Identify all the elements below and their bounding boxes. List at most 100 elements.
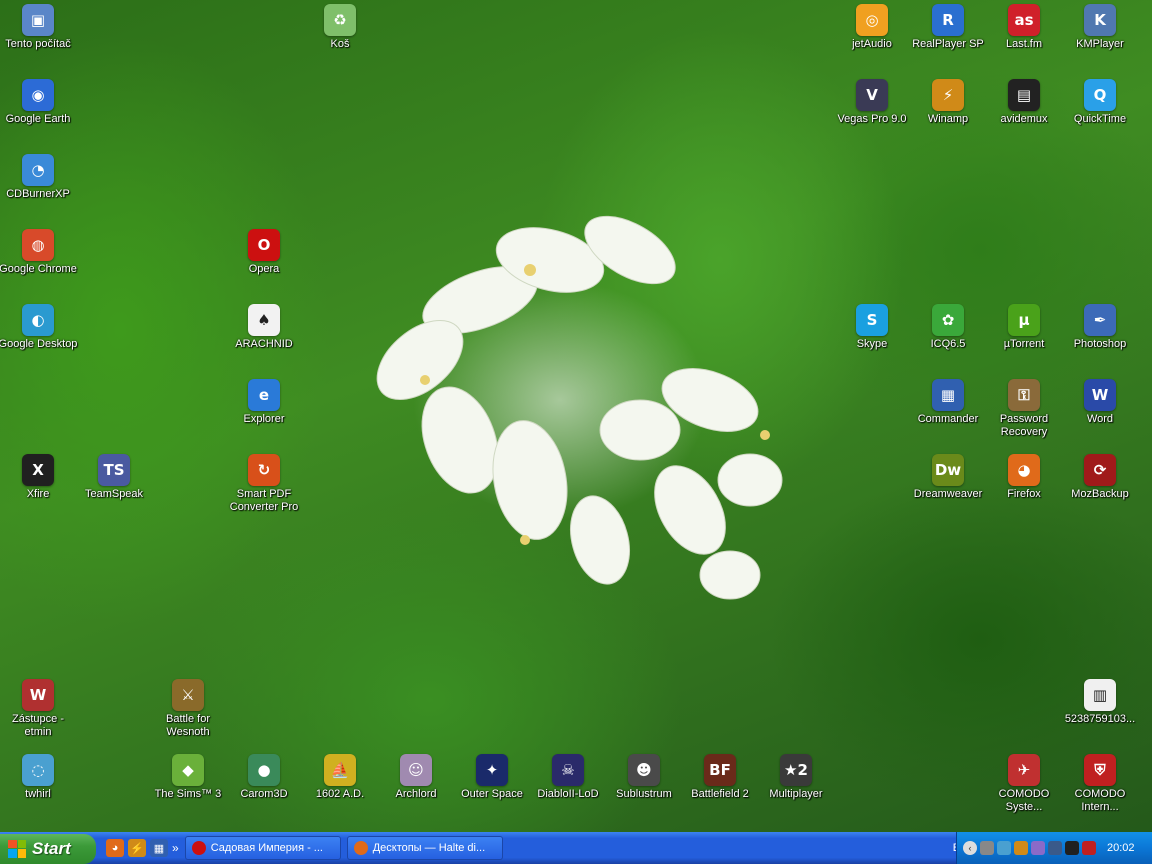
desktop-icon-photoshop[interactable]: ✒ Photoshop <box>1060 304 1140 351</box>
desktop-icon-label: COMODO Intern... <box>1074 788 1126 813</box>
desktop-icon-firefox[interactable]: ◕ Firefox <box>984 454 1064 501</box>
taskbar-button-firefox[interactable]: Десктопы — Halte di... <box>346 836 503 860</box>
desktop-icon-opera[interactable]: O Opera <box>224 229 304 276</box>
tray-app-icon[interactable] <box>1048 841 1062 855</box>
winamp-tray-icon[interactable] <box>1014 841 1028 855</box>
desktop-icon-label: Koš <box>330 38 350 50</box>
desktop-icon-label: Dreamweaver <box>913 488 983 500</box>
desktop-icon-archlord[interactable]: ☺ Archlord <box>376 754 456 801</box>
desktop-icon-label: Word <box>1086 413 1114 425</box>
the-sims-3-icon: ◆ <box>172 754 204 786</box>
desktop-icon-icq6-5[interactable]: ✿ ICQ6.5 <box>908 304 988 351</box>
photoshop-icon: ✒ <box>1084 304 1116 336</box>
desktop-icon-ko[interactable]: ♻ Koš <box>300 4 380 51</box>
quick-launch: ◕ ⚡ ▦ » <box>106 839 179 857</box>
desktop-icon-commander[interactable]: ▦ Commander <box>908 379 988 426</box>
battle-for-wesnoth-icon: ⚔ <box>172 679 204 711</box>
outer-space-icon: ✦ <box>476 754 508 786</box>
desktop-icon-label: Sublustrum <box>616 788 672 800</box>
xfire-tray-icon[interactable] <box>1065 841 1079 855</box>
5238759103-icon: ▥ <box>1084 679 1116 711</box>
desktop-icon-explorer[interactable]: e Explorer <box>224 379 304 426</box>
z-stupce-etmin-icon: W <box>22 679 54 711</box>
desktop-icon-vegas-pro-9-0[interactable]: V Vegas Pro 9.0 <box>832 79 912 126</box>
desktop-icon-label: The Sims™ 3 <box>154 788 222 800</box>
desktop-icon-avidemux[interactable]: ▤ avidemux <box>984 79 1064 126</box>
winamp-icon[interactable]: ⚡ <box>128 839 146 857</box>
twhirl-icon: ◌ <box>22 754 54 786</box>
desktop-icon-jetaudio[interactable]: ◎ jetAudio <box>832 4 912 51</box>
desktop-icon-label: Multiplayer <box>769 788 823 800</box>
desktop-icon-the-sims-3[interactable]: ◆ The Sims™ 3 <box>148 754 228 801</box>
desktop-icon-word[interactable]: W Word <box>1060 379 1140 426</box>
start-button[interactable]: Start <box>0 833 96 864</box>
desktop-icon-battle-for-wesnoth[interactable]: ⚔ Battle for Wesnoth <box>148 679 228 739</box>
desktop-icon-label: µTorrent <box>1003 338 1045 350</box>
desktop-icon-google-chrome[interactable]: ◍ Google Chrome <box>0 229 78 276</box>
desktop-icon-comodo-intern[interactable]: ⛨ COMODO Intern... <box>1060 754 1140 814</box>
tray-app-icon[interactable] <box>1031 841 1045 855</box>
desktop-icon-torrent[interactable]: µ µTorrent <box>984 304 1064 351</box>
desktop-icon-z-stupce-etmin[interactable]: W Zástupce - etmin <box>0 679 78 739</box>
firefox-icon <box>353 841 368 855</box>
desktop-icon-label: Carom3D <box>240 788 288 800</box>
quick-launch-chevron[interactable]: » <box>172 841 179 855</box>
desktop-icon-label: Xfire <box>26 488 50 500</box>
desktop-icon-tento-po-ta[interactable]: ▣ Tento počítač <box>0 4 78 51</box>
desktop-icon-mozbackup[interactable]: ⟳ MozBackup <box>1060 454 1140 501</box>
desktop-icon-5238759103[interactable]: ▥ 5238759103... <box>1060 679 1140 726</box>
desktop-icon-arachnid[interactable]: ♠ ARACHNID <box>224 304 304 351</box>
opera-icon: O <box>248 229 280 261</box>
desktop-icon-battlefield-2[interactable]: BF Battlefield 2 <box>680 754 760 801</box>
desktop-icon-label: Google Desktop <box>0 338 78 350</box>
icq6-5-icon: ✿ <box>932 304 964 336</box>
desktop-icon-google-earth[interactable]: ◉ Google Earth <box>0 79 78 126</box>
desktop-icon-label: Zástupce - etmin <box>12 713 64 738</box>
desktop-icon-label: twhirl <box>25 788 51 800</box>
desktop-icon-kmplayer[interactable]: K KMPlayer <box>1060 4 1140 51</box>
diabloii-lod-icon: ☠ <box>552 754 584 786</box>
desktop-icon-realplayer-sp[interactable]: R RealPlayer SP <box>908 4 988 51</box>
firefox-icon[interactable]: ◕ <box>106 839 124 857</box>
desktop-icon-winamp[interactable]: ⚡ Winamp <box>908 79 988 126</box>
desktop-icon-smart-pdf-converter-pro[interactable]: ↻ Smart PDF Converter Pro <box>224 454 304 514</box>
desktop-icon-quicktime[interactable]: Q QuickTime <box>1060 79 1140 126</box>
desktop-icon-label: TeamSpeak <box>84 488 144 500</box>
teamspeak-icon: TS <box>98 454 130 486</box>
desktop-icon-label: Outer Space <box>461 788 523 800</box>
desktop-icon-xfire[interactable]: X Xfire <box>0 454 78 501</box>
desktop-icon-sublustrum[interactable]: ☻ Sublustrum <box>604 754 684 801</box>
desktop-icon-label: RealPlayer SP <box>912 38 984 50</box>
desktop-icon-label: jetAudio <box>852 38 892 50</box>
commander-icon[interactable]: ▦ <box>150 839 168 857</box>
taskbar: Start ◕ ⚡ ▦ » Садовая Империя - ... Деск… <box>0 832 1152 864</box>
wallpaper-flower-cluster <box>376 215 783 600</box>
comodo-tray-icon[interactable] <box>1082 841 1096 855</box>
desktop-icon-label: MozBackup <box>1071 488 1129 500</box>
taskbar-button-opera[interactable]: Садовая Империя - ... <box>184 836 341 860</box>
tray-expand-icon[interactable]: ‹ <box>963 841 977 855</box>
tento-po-ta-icon: ▣ <box>22 4 54 36</box>
desktop-icon-last-fm[interactable]: as Last.fm <box>984 4 1064 51</box>
desktop-icon-teamspeak[interactable]: TS TeamSpeak <box>74 454 154 501</box>
desktop-icon-twhirl[interactable]: ◌ twhirl <box>0 754 78 801</box>
desktop-icon-label: Last.fm <box>1005 38 1043 50</box>
windows-logo-icon <box>8 839 26 858</box>
quicktime-icon: Q <box>1084 79 1116 111</box>
desktop-icon-1602-a-d[interactable]: ⛵ 1602 A.D. <box>300 754 380 801</box>
desktop-icon-carom3d[interactable]: ● Carom3D <box>224 754 304 801</box>
desktop-icon-password-recovery[interactable]: ⚿ Password Recovery <box>984 379 1064 439</box>
realplayer-sp-icon: R <box>932 4 964 36</box>
desktop-icon-dreamweaver[interactable]: Dw Dreamweaver <box>908 454 988 501</box>
task-label: Садовая Империя - ... <box>210 842 323 854</box>
tray-app-icon[interactable] <box>980 841 994 855</box>
desktop-icon-cdburnerxp[interactable]: ◔ CDBurnerXP <box>0 154 78 201</box>
desktop-icon-outer-space[interactable]: ✦ Outer Space <box>452 754 532 801</box>
desktop-icon-multiplayer[interactable]: ★2 Multiplayer <box>756 754 836 801</box>
desktop-icon-google-desktop[interactable]: ◐ Google Desktop <box>0 304 78 351</box>
desktop-icon-label: CDBurnerXP <box>6 188 70 200</box>
desktop-icon-comodo-syste[interactable]: ✈ COMODO Syste... <box>984 754 1064 814</box>
tray-app-icon[interactable] <box>997 841 1011 855</box>
desktop-icon-diabloii-lod[interactable]: ☠ DiabloII-LoD <box>528 754 608 801</box>
desktop-icon-skype[interactable]: S Skype <box>832 304 912 351</box>
